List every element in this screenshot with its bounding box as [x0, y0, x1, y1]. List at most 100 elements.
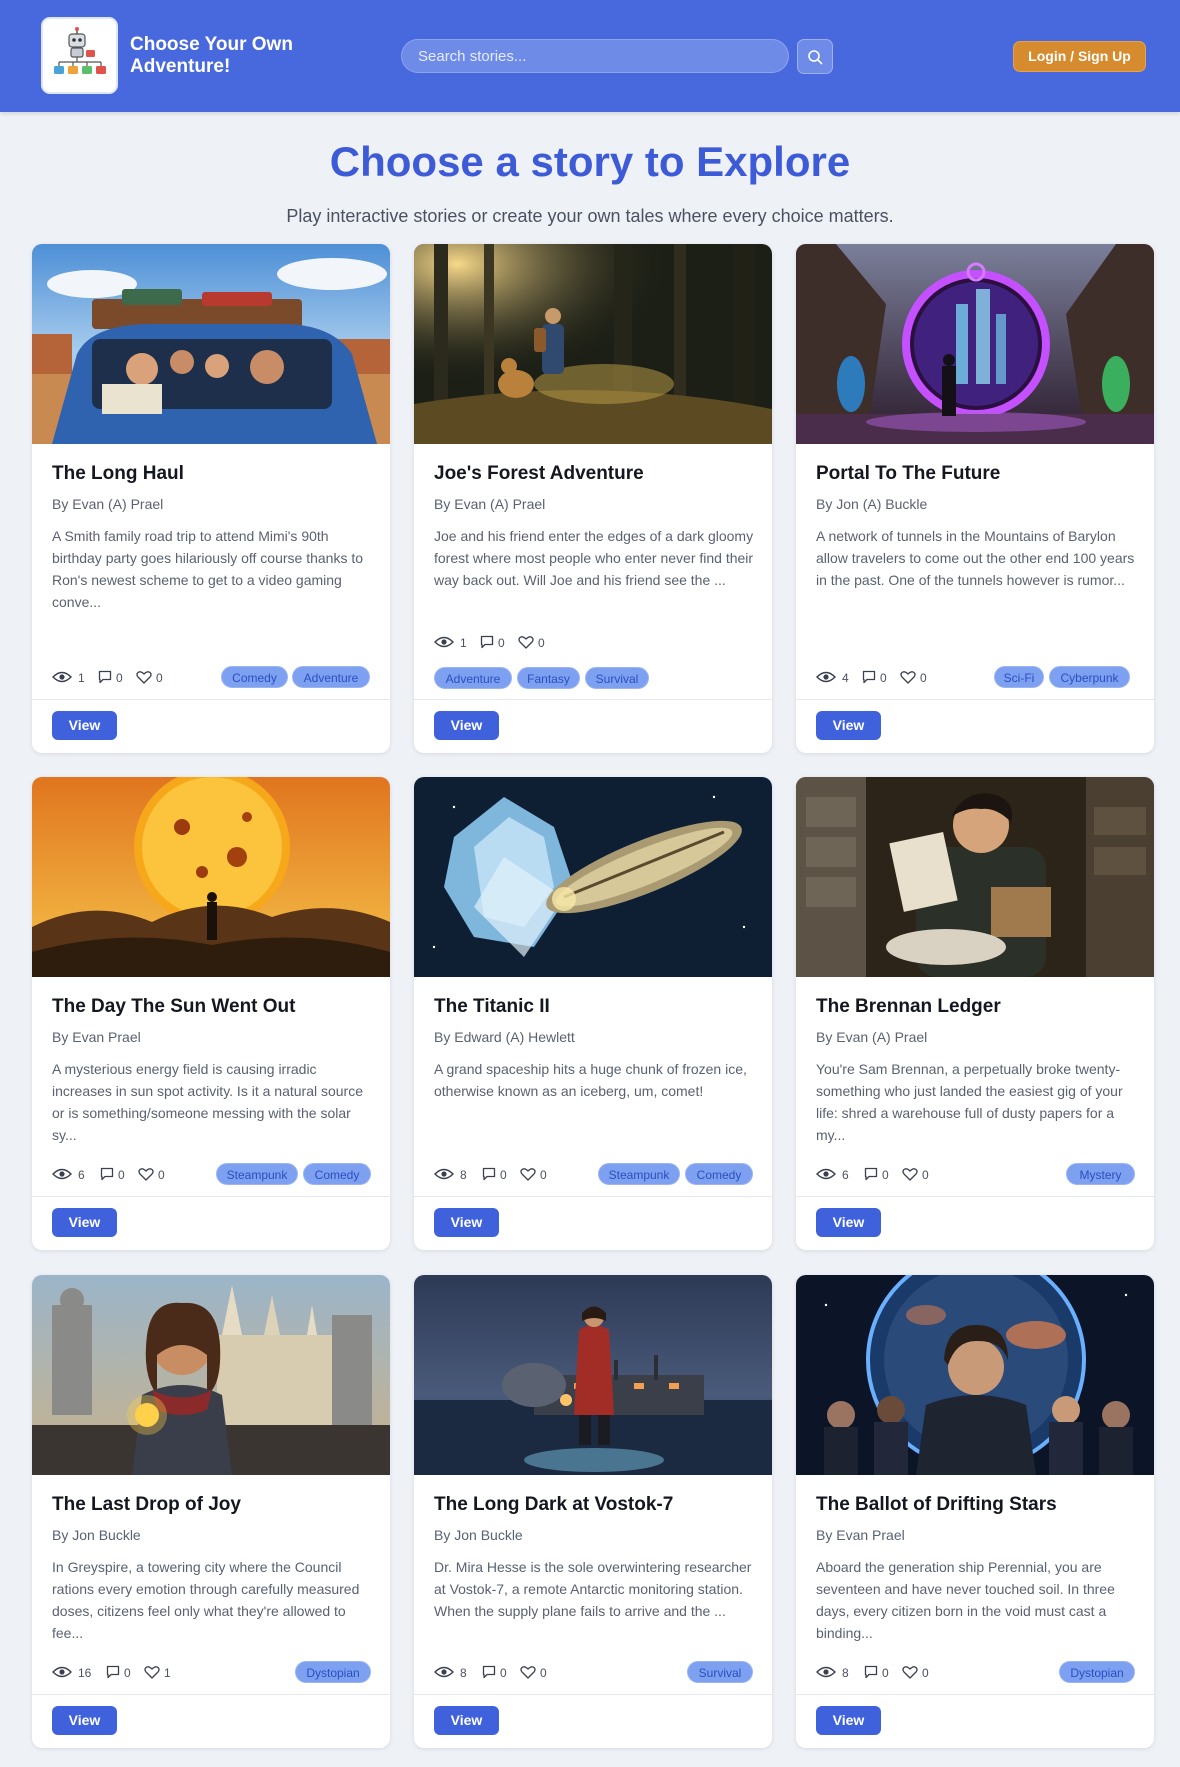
tag-chip[interactable]: Steampunk: [216, 1163, 298, 1185]
view-story-button[interactable]: View: [434, 1706, 499, 1735]
story-card[interactable]: Portal To The Future By Jon (A) Buckle A…: [796, 244, 1154, 753]
story-title[interactable]: Joe's Forest Adventure: [434, 462, 754, 486]
view-story-button[interactable]: View: [52, 1706, 117, 1735]
story-tags: Sci-Fi Cyberpunk: [994, 666, 1135, 688]
heart-icon: [138, 1168, 154, 1181]
story-tags: Dystopian: [295, 1661, 371, 1683]
story-cover-image[interactable]: [32, 244, 390, 444]
search-input[interactable]: [401, 39, 789, 73]
story-description: You're Sam Brennan, a perpetually broke …: [816, 1061, 1123, 1143]
tag-chip[interactable]: Steampunk: [598, 1163, 680, 1185]
story-stats: 6 0 0: [52, 1165, 202, 1185]
story-title[interactable]: The Day The Sun Went Out: [52, 995, 372, 1019]
heart-icon: [902, 1168, 918, 1181]
view-story-button[interactable]: View: [434, 1208, 499, 1237]
comment-icon: [98, 670, 112, 684]
login-signup-button[interactable]: Login / Sign Up: [1013, 41, 1146, 72]
story-cover-image[interactable]: [796, 777, 1154, 977]
story-author: By Evan Prael: [816, 1527, 905, 1543]
tag-chip[interactable]: Cyberpunk: [1049, 666, 1130, 688]
story-card[interactable]: Joe's Forest Adventure By Evan (A) Prael…: [414, 244, 772, 753]
heart-icon: [144, 1666, 160, 1679]
story-cover-image[interactable]: [796, 1275, 1154, 1475]
heart-icon: [900, 671, 916, 684]
story-description: A grand spaceship hits a huge chunk of f…: [434, 1061, 747, 1099]
tag-chip[interactable]: Comedy: [685, 1163, 753, 1185]
story-title[interactable]: Portal To The Future: [816, 462, 1136, 486]
story-tags: Steampunk Comedy: [216, 1163, 371, 1185]
eye-icon: [434, 636, 454, 648]
tag-chip[interactable]: Adventure: [434, 667, 512, 689]
heart-icon: [520, 1168, 536, 1181]
comment-icon: [864, 1665, 878, 1679]
story-cover-image[interactable]: [414, 777, 772, 977]
tag-chip[interactable]: Sci-Fi: [994, 666, 1044, 688]
page-subtitle: Play interactive stories or create your …: [286, 206, 894, 226]
story-card[interactable]: The Day The Sun Went Out By Evan Prael A…: [32, 777, 390, 1250]
view-story-button[interactable]: View: [816, 711, 881, 740]
story-description: A mysterious energy field is causing irr…: [52, 1061, 363, 1143]
site-brand-name[interactable]: Choose Your Own Adventure!: [130, 34, 340, 78]
story-card[interactable]: The Long Haul By Evan (A) Prael A Smith …: [32, 244, 390, 753]
story-author: By Edward (A) Hewlett: [434, 1029, 575, 1045]
story-author: By Jon Buckle: [434, 1527, 523, 1543]
view-story-button[interactable]: View: [52, 711, 117, 740]
story-cover-image[interactable]: [414, 1275, 772, 1475]
robot-flowchart-logo[interactable]: [41, 17, 118, 94]
story-card[interactable]: The Titanic II By Edward (A) Hewlett A g…: [414, 777, 772, 1250]
story-cover-image[interactable]: [796, 244, 1154, 444]
story-title[interactable]: The Brennan Ledger: [816, 995, 1136, 1019]
story-title[interactable]: The Ballot of Drifting Stars: [816, 1493, 1136, 1517]
story-card[interactable]: The Ballot of Drifting Stars By Evan Pra…: [796, 1275, 1154, 1748]
tag-chip[interactable]: Fantasy: [517, 667, 580, 689]
story-description: A network of tunnels in the Mountains of…: [816, 528, 1135, 588]
search-button[interactable]: [797, 39, 833, 74]
story-stats: 6 0 0: [816, 1165, 966, 1185]
comment-icon: [480, 635, 494, 649]
story-title[interactable]: The Last Drop of Joy: [52, 1493, 372, 1517]
view-story-button[interactable]: View: [816, 1706, 881, 1735]
tag-chip[interactable]: Dystopian: [1059, 1661, 1135, 1683]
story-card[interactable]: The Long Dark at Vostok-7 By Jon Buckle …: [414, 1275, 772, 1748]
card-divider: [414, 1694, 772, 1695]
story-stats: 8 0 0: [434, 1663, 584, 1683]
story-cover-image[interactable]: [32, 777, 390, 977]
heart-icon: [518, 636, 534, 649]
view-story-button[interactable]: View: [816, 1208, 881, 1237]
story-stats: 8 0 0: [816, 1663, 966, 1683]
story-title[interactable]: The Long Haul: [52, 462, 372, 486]
tag-chip[interactable]: Comedy: [303, 1163, 371, 1185]
eye-icon: [816, 671, 836, 683]
story-stats: 1 0 0: [434, 633, 584, 653]
tag-chip[interactable]: Dystopian: [295, 1661, 371, 1683]
story-author: By Evan (A) Prael: [434, 496, 546, 512]
search-icon: [808, 50, 823, 65]
tag-chip[interactable]: Comedy: [221, 666, 288, 688]
story-tags: Comedy Adventure: [221, 666, 371, 688]
tag-chip[interactable]: Survival: [585, 667, 649, 689]
story-title[interactable]: The Long Dark at Vostok-7: [434, 1493, 754, 1517]
heart-icon: [520, 1666, 536, 1679]
tag-chip[interactable]: Survival: [687, 1661, 753, 1683]
story-author: By Jon (A) Buckle: [816, 496, 928, 512]
card-divider: [32, 1196, 390, 1197]
comment-icon: [482, 1665, 496, 1679]
comment-icon: [862, 670, 876, 684]
story-card[interactable]: The Last Drop of Joy By Jon Buckle In Gr…: [32, 1275, 390, 1748]
story-card[interactable]: The Brennan Ledger By Evan (A) Prael You…: [796, 777, 1154, 1250]
comment-icon: [100, 1167, 114, 1181]
story-author: By Evan Prael: [52, 1029, 141, 1045]
story-description: Aboard the generation ship Perennial, yo…: [816, 1559, 1115, 1641]
story-stats: 16 0 1: [52, 1663, 202, 1683]
eye-icon: [816, 1666, 836, 1678]
tag-chip[interactable]: Mystery: [1066, 1163, 1135, 1185]
story-description: Joe and his friend enter the edges of a …: [434, 528, 754, 588]
view-story-button[interactable]: View: [434, 711, 499, 740]
tag-chip[interactable]: Adventure: [292, 666, 370, 688]
eye-icon: [434, 1168, 454, 1180]
view-story-button[interactable]: View: [52, 1208, 117, 1237]
story-cover-image[interactable]: [414, 244, 772, 444]
story-description: A Smith family road trip to attend Mimi'…: [52, 528, 364, 610]
story-cover-image[interactable]: [32, 1275, 390, 1475]
story-title[interactable]: The Titanic II: [434, 995, 754, 1019]
